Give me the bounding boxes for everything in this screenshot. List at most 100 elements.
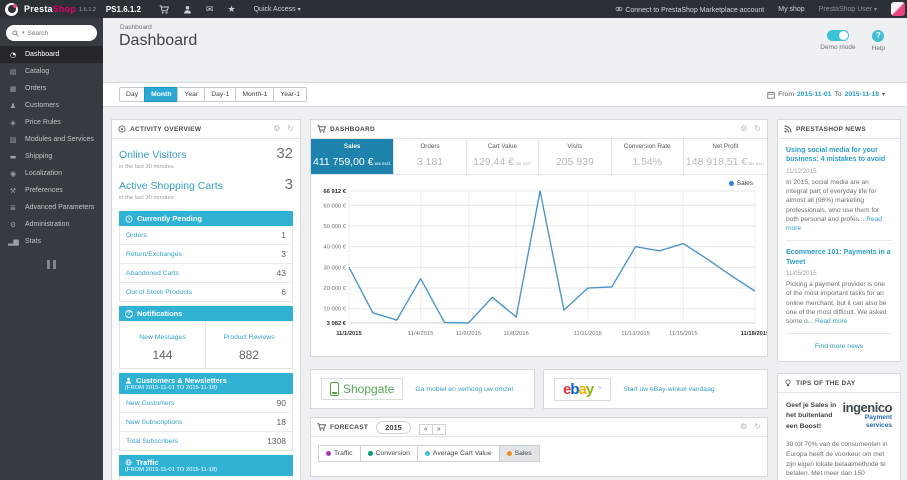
mail-icon[interactable]: ✉ (206, 4, 214, 14)
search-scope-caret-icon[interactable]: ▾ (22, 30, 25, 36)
cart-icon[interactable] (159, 4, 169, 14)
breadcrumb[interactable]: Dashboard (120, 24, 152, 31)
refresh-icon[interactable]: ↻ (754, 125, 761, 133)
legend-dot-icon (728, 181, 734, 186)
range-button-day-1[interactable]: Day-1 (204, 87, 236, 102)
row-value: 43 (276, 268, 286, 278)
chart-legend[interactable]: Sales (728, 180, 753, 187)
out-of-stock-products-link[interactable]: Out of Stock Products (126, 289, 192, 296)
metric-value: 1.54% (632, 156, 663, 168)
news-date: 11/12/2015 (786, 167, 817, 175)
user-menu[interactable]: PrestaShop User ▾ (819, 6, 877, 13)
demo-mode-toggle[interactable] (826, 30, 849, 41)
ebay-letter: b (570, 380, 579, 398)
metric-tile-net-profit[interactable]: Net Profit 148 918,51 € tax excl. (684, 139, 767, 174)
forecast-button-average-cart-value[interactable]: Average Cart Value (416, 445, 499, 462)
exclamation-icon: ! (125, 309, 133, 318)
user-icon[interactable] (183, 5, 192, 14)
settings-gear-icon[interactable]: ⚙ (740, 423, 747, 431)
forecast-year[interactable]: 2015 (376, 420, 411, 434)
ebay-link[interactable]: Start uw eBay-winkel vandaag (623, 386, 714, 393)
traffic-header: Traffic (FROM 2015-11-01 TO 2015-11-18) (119, 455, 293, 476)
panel-title: PRESTASHOP NEWS (796, 125, 866, 133)
abandoned-carts-link[interactable]: Abandoned Carts (126, 270, 179, 277)
metric-tile-cart-value[interactable]: Cart Value 129,44 € tax excl. (467, 139, 540, 174)
sidebar-item-label: Administration (25, 221, 70, 228)
return-exchanges-link[interactable]: Return/Exchanges (126, 251, 182, 258)
help-control[interactable]: ? Help (872, 30, 885, 52)
quick-access-menu[interactable]: Quick Access ▾ (254, 6, 301, 13)
metric-tile-conversion-rate[interactable]: Conversion Rate 1.54% (612, 139, 684, 174)
forecast-button-conversion[interactable]: Conversion (359, 445, 417, 462)
help-icon[interactable]: ? (872, 30, 885, 42)
my-shop-link[interactable]: My shop (778, 6, 804, 13)
svg-text:11/15/2015: 11/15/2015 (669, 331, 698, 337)
metric-tile-visits[interactable]: Visits 205 939 (539, 139, 612, 174)
person-icon (125, 377, 132, 384)
date-range-picker[interactable]: From 2015-11-01 To 2015-11-18 ▾ (767, 91, 885, 99)
news-item: Using social media for your business: 4 … (786, 146, 892, 242)
orders-icon: ▦ (9, 84, 17, 93)
sidebar-item-modules-and-services[interactable]: ▧ Modules and Services (0, 131, 103, 148)
forecast-button-label: Conversion (375, 450, 410, 457)
notification-cell-new-messages[interactable]: New Messages 144 (120, 321, 206, 368)
refresh-icon[interactable]: ↻ (754, 423, 761, 431)
page-head: Dashboard Dashboard Demo mode ? Help (103, 18, 907, 82)
sidebar-item-dashboard[interactable]: ◔ Dashboard (0, 46, 103, 63)
svg-text:40 000 €: 40 000 € (323, 245, 346, 251)
svg-text:11/18/2015: 11/18/2015 (741, 331, 767, 337)
collapse-menu-handle[interactable] (47, 260, 56, 269)
range-button-month-1[interactable]: Month-1 (235, 87, 274, 102)
clock-icon (125, 215, 133, 223)
notification-cell-product-reviews[interactable]: Product Reviews 882 (206, 321, 292, 368)
trophy-icon[interactable]: ★ (228, 4, 236, 14)
find-more-news-link[interactable]: Find more news (786, 343, 892, 350)
forecast-button-traffic[interactable]: Traffic (318, 445, 360, 462)
metric-label: Cart Value (487, 143, 518, 150)
sidebar-item-localization[interactable]: ◉ Localization (0, 165, 103, 182)
read-more-link[interactable]: Read more (786, 216, 882, 232)
sidebar-item-price-rules[interactable]: ◈ Price Rules (0, 114, 103, 131)
sidebar-item-shipping[interactable]: ▬ Shipping (0, 148, 103, 165)
news-title-link[interactable]: Ecommerce 101: Payments in a Tweet (786, 248, 892, 267)
range-button-day[interactable]: Day (119, 87, 145, 102)
refresh-icon[interactable]: ↻ (287, 125, 294, 133)
ebay-banner[interactable]: ebay ™ Start uw eBay-winkel vandaag (543, 369, 768, 409)
settings-gear-icon[interactable]: ⚙ (740, 125, 747, 133)
sidebar-item-administration[interactable]: ⚙ Administration (0, 216, 103, 233)
next-year-button[interactable]: » (432, 424, 446, 435)
sidebar-item-preferences[interactable]: ⚒ Preferences (0, 182, 103, 199)
sidebar-item-catalog[interactable]: ▤ Catalog (0, 63, 103, 80)
marketplace-link[interactable]: Connect to PrestaShop Marketplace accoun… (615, 5, 764, 14)
metric-label: Visits (567, 143, 583, 150)
range-button-month[interactable]: Month (144, 87, 178, 102)
prestashop-logo[interactable] (5, 2, 18, 16)
metric-tile-orders[interactable]: Orders 3 181 (394, 139, 467, 174)
sales-line-chart: 66 912 € 60 000 € 50 000 € 40 000 € 30 000 €… (323, 189, 770, 337)
news-title-link[interactable]: Using social media for your business: 4 … (786, 146, 892, 165)
online-visitors-link[interactable]: Online Visitors (119, 149, 187, 161)
sidebar-item-stats[interactable]: ▂▆ Stats (0, 233, 103, 250)
shopgate-banner[interactable]: Shopgate Ga mobiel en verhoog uw omzet (310, 369, 535, 409)
range-button-year[interactable]: Year (177, 87, 205, 102)
range-button-year-1[interactable]: Year-1 (273, 87, 308, 102)
read-more-link[interactable]: Read more (815, 318, 848, 325)
avatar[interactable] (891, 2, 905, 16)
settings-gear-icon[interactable]: ⚙ (273, 125, 280, 133)
new-customers-link[interactable]: New Customers (126, 400, 174, 407)
total-subscribers-link[interactable]: Total Subscribers (126, 438, 178, 445)
shopgate-link[interactable]: Ga mobiel en verhoog uw omzet (415, 386, 513, 393)
new-subscriptions-link[interactable]: New Subscriptions (126, 419, 182, 426)
newsletter-row: New Customers 90 (120, 394, 292, 413)
prev-year-button[interactable]: « (418, 424, 433, 435)
demo-mode-control[interactable]: Demo mode (820, 30, 856, 52)
active-shopping-carts-link[interactable]: Active Shopping Carts (119, 180, 223, 192)
orders-link[interactable]: Orders (126, 232, 147, 239)
search-input[interactable] (27, 29, 80, 37)
sidebar-item-orders[interactable]: ▦ Orders (0, 80, 103, 97)
from-word: From (778, 91, 794, 98)
sidebar-item-advanced-parameters[interactable]: ≣ Advanced Parameters (0, 199, 103, 216)
metric-tile-sales[interactable]: Sales 411 759,00 € tax excl. (311, 139, 395, 174)
sidebar-item-customers[interactable]: ♟ Customers (0, 97, 103, 114)
forecast-button-sales[interactable]: Sales (498, 445, 540, 462)
